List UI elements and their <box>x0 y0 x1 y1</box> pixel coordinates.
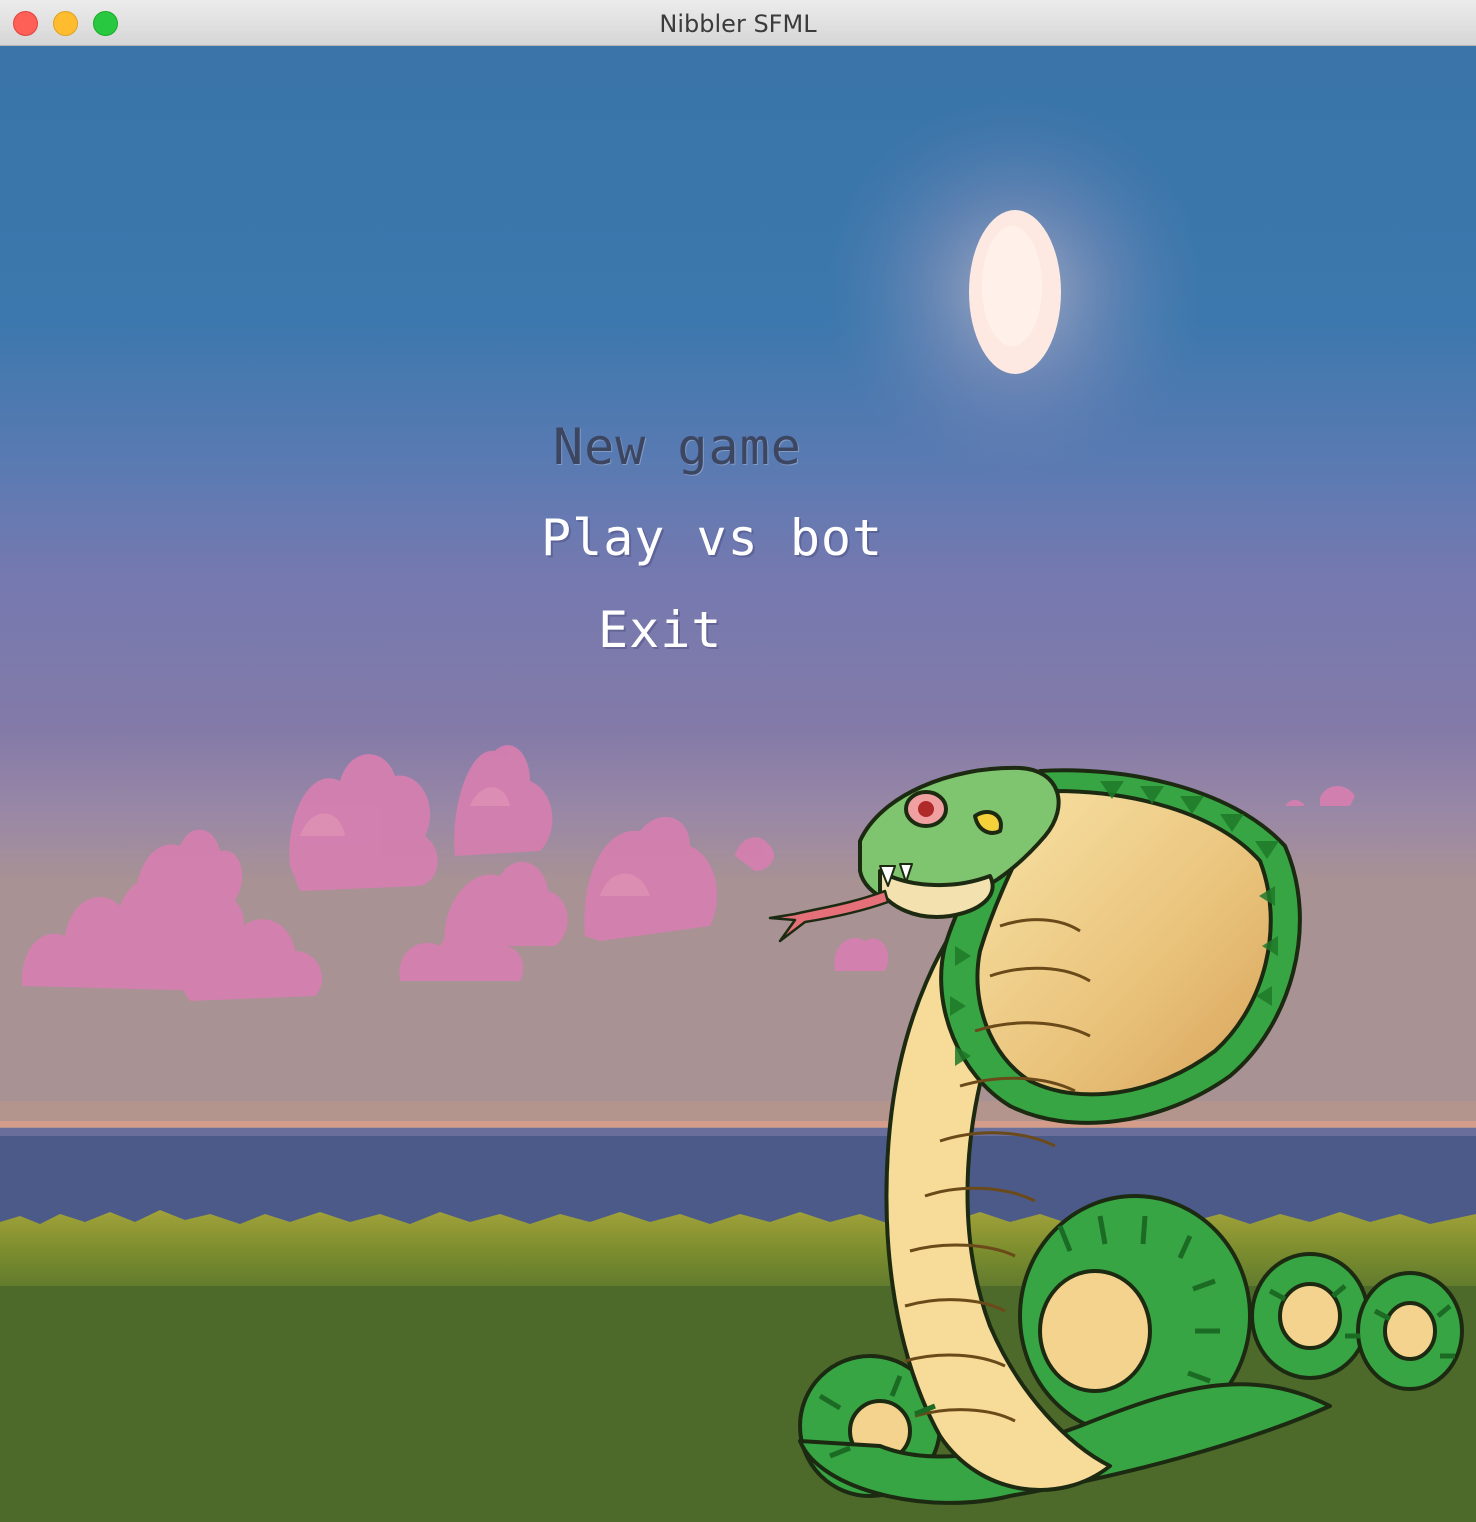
exit-button[interactable]: Exit <box>598 601 722 659</box>
sea <box>0 1128 1476 1228</box>
moon-icon <box>825 101 1205 481</box>
title-bar: Nibbler SFML <box>0 0 1476 46</box>
background-scene <box>0 46 1476 1522</box>
window-title: Nibbler SFML <box>659 10 817 38</box>
grass <box>0 1210 1476 1522</box>
play-vs-bot-button[interactable]: Play vs bot <box>541 509 883 567</box>
game-window: Nibbler SFML New game Play vs bot Exit <box>0 0 1476 1522</box>
game-canvas: New game Play vs bot Exit <box>0 46 1476 1522</box>
new-game-button[interactable]: New game <box>553 418 802 476</box>
